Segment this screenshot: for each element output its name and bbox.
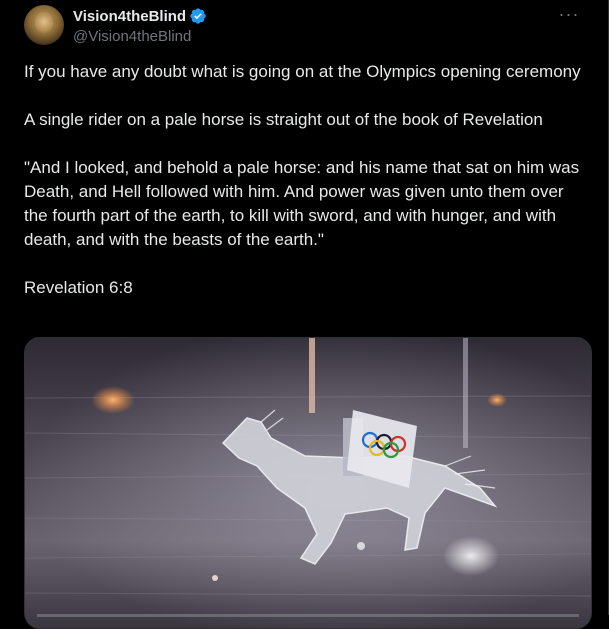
avatar[interactable] xyxy=(24,5,64,45)
tweet-text: If you have any doubt what is going on a… xyxy=(24,60,589,324)
video-thumbnail-icon xyxy=(25,338,591,628)
tweet-paragraph: "And I looked, and behold a pale horse: … xyxy=(24,158,580,249)
more-options-icon[interactable]: ··· xyxy=(554,5,584,27)
tweet-paragraph: A single rider on a pale horse is straig… xyxy=(24,110,543,129)
author-block: Vision4theBlind @Vision4theBlind xyxy=(73,7,207,45)
tweet-paragraph: If you have any doubt what is going on a… xyxy=(24,62,581,81)
author-handle[interactable]: @Vision4theBlind xyxy=(73,28,207,45)
verified-badge-icon[interactable] xyxy=(189,7,207,25)
tweet-header: Vision4theBlind @Vision4theBlind ··· xyxy=(24,5,584,50)
tweet-media-video[interactable] xyxy=(24,337,592,629)
tweet-paragraph: Revelation 6:8 xyxy=(24,278,133,297)
author-display-name[interactable]: Vision4theBlind xyxy=(73,8,186,25)
